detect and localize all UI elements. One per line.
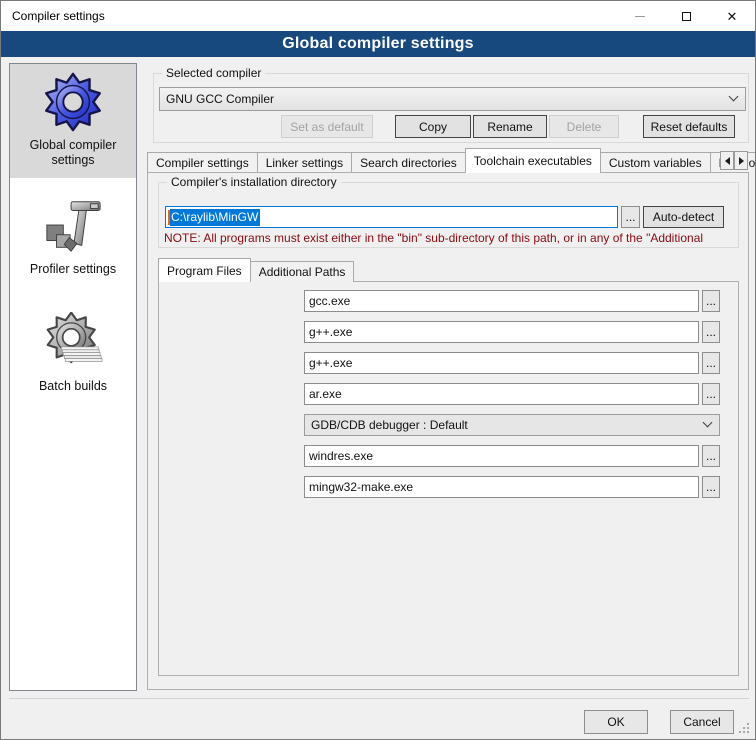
linker-dynamic-browse-button[interactable]: ... bbox=[702, 352, 720, 374]
reset-defaults-button[interactable]: Reset defaults bbox=[643, 115, 735, 138]
delete-button[interactable]: Delete bbox=[549, 115, 619, 138]
cancel-label: Cancel bbox=[683, 715, 720, 729]
sidebar-item-batch-builds[interactable]: Batch builds bbox=[10, 305, 136, 404]
ok-button[interactable]: OK bbox=[584, 710, 648, 734]
linker-static-input[interactable] bbox=[304, 383, 699, 405]
rename-button[interactable]: Rename bbox=[473, 115, 547, 138]
sidebar-item-global-compiler-settings[interactable]: Global compiler settings bbox=[10, 64, 136, 178]
sidebar-item-label: Global compiler settings bbox=[15, 138, 131, 168]
settings-category-list: Global compiler settings Profiler settin… bbox=[9, 63, 137, 691]
program-files-tabs: Program Files Additional Paths bbox=[158, 258, 354, 282]
resource-compiler-browse-button[interactable]: ... bbox=[702, 445, 720, 467]
tab-scroll-left-button[interactable] bbox=[720, 151, 734, 170]
ellipsis-icon: ... bbox=[706, 387, 716, 401]
chevron-down-icon bbox=[729, 92, 739, 102]
selected-compiler-combobox[interactable]: GNU GCC Compiler bbox=[159, 87, 746, 111]
footer-divider bbox=[9, 698, 749, 699]
ellipsis-icon: ... bbox=[706, 294, 716, 308]
compiler-tabs: Compiler settings Linker settings Search… bbox=[147, 148, 756, 173]
ok-label: OK bbox=[607, 715, 624, 729]
make-program-browse-button[interactable]: ... bbox=[702, 476, 720, 498]
reset-defaults-label: Reset defaults bbox=[651, 120, 728, 134]
auto-detect-label: Auto-detect bbox=[653, 210, 714, 224]
tab-linker-settings[interactable]: Linker settings bbox=[257, 152, 352, 173]
tab-search-directories[interactable]: Search directories bbox=[351, 152, 466, 173]
set-as-default-label: Set as default bbox=[290, 120, 363, 134]
installation-directory-input[interactable]: C:\raylib\MinGW bbox=[165, 206, 618, 228]
tab-toolchain-executables[interactable]: Toolchain executables bbox=[465, 148, 601, 173]
dialog-banner: Global compiler settings bbox=[1, 31, 755, 57]
linker-static-browse-button[interactable]: ... bbox=[702, 383, 720, 405]
resize-grip-icon[interactable] bbox=[739, 723, 751, 735]
gear-icon bbox=[42, 71, 104, 133]
debugger-combobox[interactable]: GDB/CDB debugger : Default bbox=[304, 414, 720, 436]
minimize-button[interactable] bbox=[617, 1, 663, 31]
maximize-button[interactable] bbox=[663, 1, 709, 31]
window-title: Compiler settings bbox=[12, 9, 105, 23]
tab-compiler-settings[interactable]: Compiler settings bbox=[147, 152, 258, 173]
maximize-icon bbox=[682, 12, 691, 21]
browse-directory-button[interactable]: ... bbox=[621, 206, 640, 228]
set-as-default-button[interactable]: Set as default bbox=[281, 115, 373, 138]
ellipsis-icon: ... bbox=[706, 325, 716, 339]
close-button[interactable]: ✕ bbox=[709, 1, 755, 31]
linker-dynamic-input[interactable] bbox=[304, 352, 699, 374]
triangle-left-icon bbox=[725, 157, 730, 165]
title-bar[interactable]: Compiler settings ✕ bbox=[1, 1, 755, 31]
selected-compiler-group-label: Selected compiler bbox=[162, 66, 265, 80]
make-program-input[interactable] bbox=[304, 476, 699, 498]
copy-button[interactable]: Copy bbox=[395, 115, 471, 138]
gear-stack-icon bbox=[42, 312, 104, 374]
tab-custom-variables[interactable]: Custom variables bbox=[600, 152, 711, 173]
minimize-icon bbox=[635, 16, 645, 17]
c-compiler-browse-button[interactable]: ... bbox=[702, 290, 720, 312]
copy-label: Copy bbox=[419, 120, 447, 134]
window-controls: ✕ bbox=[617, 1, 755, 31]
tab-additional-paths[interactable]: Additional Paths bbox=[250, 261, 355, 282]
tab-program-files[interactable]: Program Files bbox=[158, 258, 251, 282]
sidebar-item-label: Batch builds bbox=[39, 379, 107, 394]
cpp-compiler-browse-button[interactable]: ... bbox=[702, 321, 720, 343]
resource-compiler-input[interactable] bbox=[304, 445, 699, 467]
ellipsis-icon: ... bbox=[706, 449, 716, 463]
rename-label: Rename bbox=[487, 120, 532, 134]
ellipsis-icon: ... bbox=[706, 480, 716, 494]
ellipsis-icon: ... bbox=[706, 356, 716, 370]
installation-directory-group-label: Compiler's installation directory bbox=[167, 175, 341, 189]
cpp-compiler-input[interactable] bbox=[304, 321, 699, 343]
triangle-right-icon bbox=[739, 157, 744, 165]
auto-detect-button[interactable]: Auto-detect bbox=[643, 206, 724, 228]
banner-title: Global compiler settings bbox=[282, 35, 474, 53]
installation-directory-value: C:\raylib\MinGW bbox=[170, 209, 260, 226]
chevron-down-icon bbox=[703, 418, 713, 428]
selected-compiler-value: GNU GCC Compiler bbox=[166, 92, 274, 106]
ellipsis-icon: ... bbox=[625, 210, 635, 224]
close-icon: ✕ bbox=[727, 10, 738, 23]
delete-label: Delete bbox=[567, 120, 602, 134]
sidebar-item-label: Profiler settings bbox=[30, 262, 116, 277]
sidebar-item-profiler-settings[interactable]: Profiler settings bbox=[10, 188, 136, 287]
caliper-icon bbox=[42, 195, 104, 257]
debugger-value: GDB/CDB debugger : Default bbox=[311, 418, 468, 432]
compiler-settings-dialog: Compiler settings ✕ Global compiler sett… bbox=[0, 0, 756, 740]
bin-subdirectory-note: NOTE: All programs must exist either in … bbox=[164, 231, 735, 247]
c-compiler-input[interactable] bbox=[304, 290, 699, 312]
tab-scroll-right-button[interactable] bbox=[734, 151, 748, 170]
cancel-button[interactable]: Cancel bbox=[670, 710, 734, 734]
